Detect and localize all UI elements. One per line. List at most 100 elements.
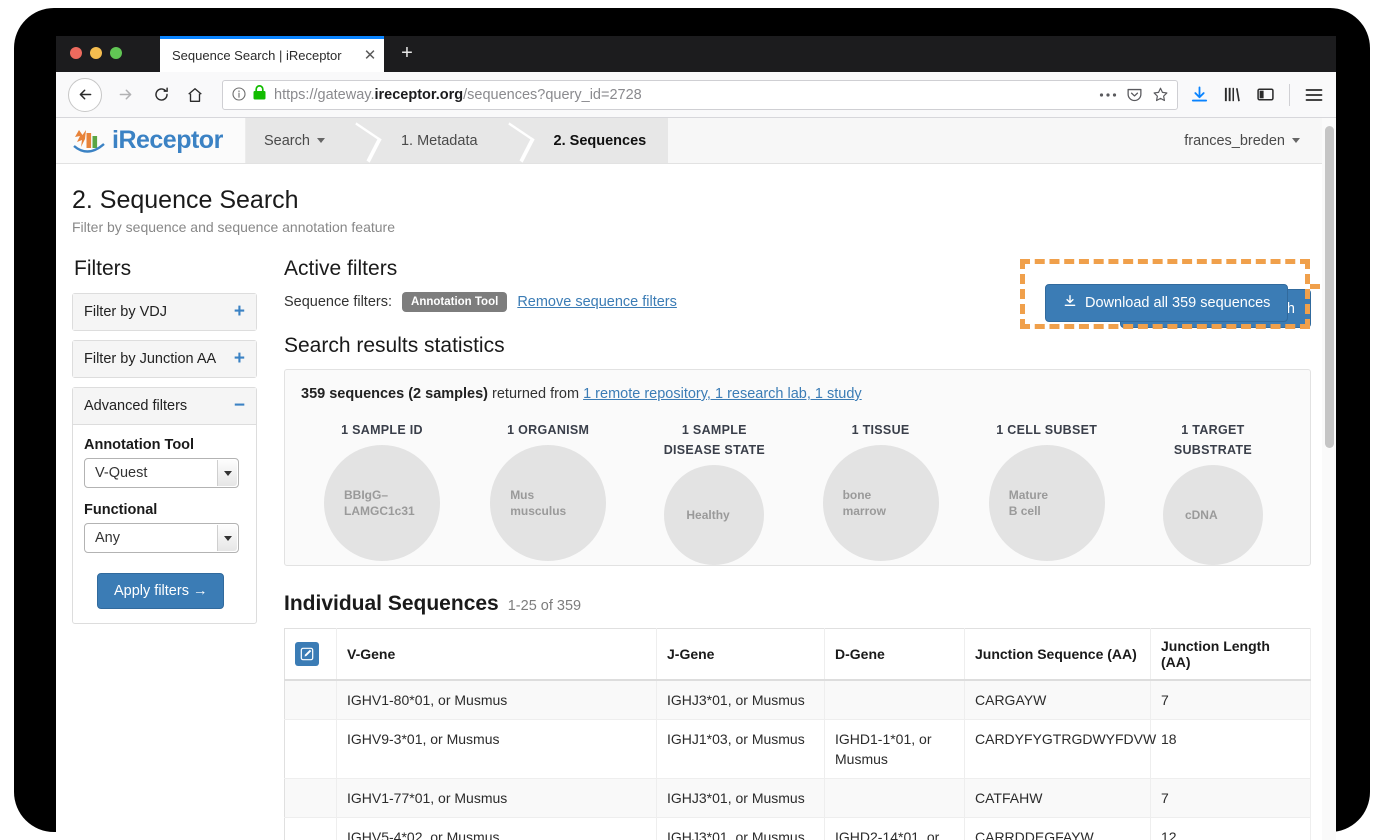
sidebar-icon[interactable] (1256, 85, 1275, 104)
nav-filler (668, 118, 1163, 163)
stats-summary-count: 359 sequences (2 samples) (301, 386, 488, 402)
pocket-icon[interactable] (1126, 86, 1143, 103)
page-content: iReceptor Search 1. Metadata 2. Sequence… (56, 118, 1322, 840)
stat-circle[interactable]: Mature B cell (988, 445, 1105, 561)
stat-value: Healthy (686, 508, 730, 522)
search-results-statistics-heading: Search results statistics (284, 334, 505, 357)
nav-chevron-separator (347, 118, 375, 163)
stat-value: cDNA (1184, 508, 1218, 522)
url-bar[interactable]: https://gateway.ireceptor.org/sequences?… (222, 79, 1178, 110)
sequences-results-table: V-Gene J-Gene D-Gene Junction Sequence (… (284, 628, 1311, 840)
new-tab-button[interactable]: + (396, 43, 418, 65)
annotation-tool-value: V-Quest (95, 465, 148, 481)
nav-chevron-separator (500, 118, 528, 163)
filter-by-vdj-toggle[interactable]: Filter by VDJ + (73, 294, 256, 330)
ellipsis-icon[interactable] (1099, 92, 1117, 98)
browser-tab[interactable]: Sequence Search | iReceptor ✕ (160, 36, 384, 72)
stat-circle[interactable]: Mus musculus (490, 445, 607, 561)
cell-v-gene: IGHV9-3*01, or Musmus (336, 719, 657, 779)
row-checkbox-cell[interactable] (284, 719, 337, 779)
column-header-j-gene[interactable]: J-Gene (656, 628, 825, 681)
hamburger-menu-icon[interactable] (1304, 86, 1324, 104)
filter-panel-junction-aa: Filter by Junction AA + (72, 340, 257, 378)
star-icon[interactable] (1152, 86, 1169, 103)
nav-step-sequences[interactable]: 2. Sequences (528, 118, 669, 163)
chevron-down-icon (1292, 138, 1300, 143)
stat-circle[interactable]: Healthy (664, 465, 765, 565)
page-scrollbar-thumb[interactable] (1325, 126, 1334, 448)
info-icon[interactable] (231, 86, 249, 104)
stat-title: 1 CELL SUBSET (996, 423, 1098, 437)
table-row[interactable]: IGHV5-4*02, or Musmus IGHJ3*01, or Musmus… (284, 817, 1311, 840)
stat-circle[interactable]: cDNA (1162, 465, 1263, 565)
stat-circle[interactable]: bone marrow (822, 445, 939, 561)
stat-group: 1 TARGET SUBSTRATE cDNA (1138, 420, 1288, 565)
cell-v-gene: IGHV5-4*02, or Musmus (336, 817, 657, 840)
stat-title: 1 TISSUE (851, 423, 910, 437)
stat-circle[interactable]: BBIgG– LAMGC1c31 (324, 445, 440, 561)
close-tab-icon[interactable]: ✕ (356, 48, 384, 63)
table-row[interactable]: IGHV9-3*01, or Musmus IGHJ1*03, or Musmus… (284, 719, 1311, 779)
stat-title: 1 SAMPLE DISEASE STATE (663, 423, 766, 457)
site-navbar: iReceptor Search 1. Metadata 2. Sequence… (56, 118, 1322, 164)
stat-value: bone marrow (842, 488, 886, 518)
table-row[interactable]: IGHV1-77*01, or Musmus IGHJ3*01, or Musmu… (284, 778, 1311, 818)
user-menu[interactable]: frances_breden (1162, 118, 1322, 163)
browser-window: Sequence Search | iReceptor ✕ + https://… (56, 36, 1336, 840)
back-arrow-icon[interactable] (68, 77, 102, 112)
advanced-filters-label: Advanced filters (84, 398, 188, 414)
remove-sequence-filters-link[interactable]: Remove sequence filters (517, 294, 677, 310)
sequences-range-label: 1-25 of 359 (507, 598, 582, 614)
library-icon[interactable] (1223, 85, 1242, 104)
url-bar-actions (1099, 86, 1169, 103)
row-checkbox-cell[interactable] (284, 817, 337, 840)
download-highlight-annotation-tail (1310, 284, 1322, 289)
row-checkbox-cell[interactable] (284, 680, 337, 720)
table-row[interactable]: IGHV1-80*01, or Musmus IGHJ3*01, or Musmu… (284, 680, 1311, 720)
chevron-down-icon (217, 460, 237, 486)
close-window-button[interactable] (70, 47, 82, 59)
column-header-v-gene[interactable]: V-Gene (336, 628, 657, 681)
advanced-filters-toggle[interactable]: Advanced filters − (73, 388, 256, 425)
cell-d-gene (824, 680, 965, 720)
window-controls (70, 47, 122, 59)
browser-nav-bar: https://gateway.ireceptor.org/sequences?… (56, 72, 1336, 118)
download-icon (1063, 294, 1077, 312)
row-checkbox-cell[interactable] (284, 778, 337, 818)
nav-search-menu[interactable]: Search (246, 118, 347, 163)
stat-title: 1 SAMPLE ID (341, 423, 423, 437)
ireceptor-logo[interactable]: iReceptor (56, 118, 246, 163)
forward-arrow-icon[interactable] (108, 78, 142, 112)
results-table-body: IGHV1-80*01, or Musmus IGHJ3*01, or Musmu… (284, 680, 1311, 840)
annotation-tool-badge[interactable]: Annotation Tool (402, 292, 508, 312)
stat-group: 1 TISSUE bone marrow (806, 420, 956, 565)
stat-group: 1 SAMPLE ID BBIgG– LAMGC1c31 (307, 420, 457, 565)
column-header-junction-length[interactable]: Junction Length (AA) (1150, 628, 1311, 681)
page-scrollbar[interactable] (1322, 118, 1336, 840)
home-icon[interactable] (178, 78, 212, 112)
functional-select[interactable]: Any (84, 523, 239, 553)
column-header-junction-sequence[interactable]: Junction Sequence (AA) (964, 628, 1151, 681)
stats-summary-link[interactable]: 1 remote repository, 1 research lab, 1 s… (583, 386, 862, 402)
cell-junction-length: 7 (1150, 680, 1311, 720)
cell-junction-length: 12 (1150, 817, 1311, 840)
select-all-checkbox[interactable] (295, 642, 319, 666)
lock-icon (253, 84, 266, 105)
apply-filters-button[interactable]: Apply filters → (97, 573, 225, 609)
url-host: ireceptor.org (374, 86, 464, 103)
annotation-tool-select[interactable]: V-Quest (84, 458, 239, 488)
column-header-d-gene[interactable]: D-Gene (824, 628, 965, 681)
minimize-window-button[interactable] (90, 47, 102, 59)
filters-heading: Filters (74, 257, 132, 280)
browser-tab-title: Sequence Search | iReceptor (172, 48, 342, 63)
filter-by-junction-aa-toggle[interactable]: Filter by Junction AA + (73, 341, 256, 377)
cell-v-gene: IGHV1-77*01, or Musmus (336, 778, 657, 818)
download-icon[interactable] (1190, 85, 1209, 104)
maximize-window-button[interactable] (110, 47, 122, 59)
nav-step-metadata[interactable]: 1. Metadata (375, 118, 500, 163)
download-all-sequences-button[interactable]: Download all 359 sequences (1045, 284, 1289, 322)
cell-junction-length: 7 (1150, 778, 1311, 818)
reload-icon[interactable] (144, 78, 178, 112)
download-button-label: Download all 359 sequences (1085, 295, 1271, 311)
cell-junction-sequence: CARDYFYGTRGDWYFDVW (964, 719, 1156, 779)
